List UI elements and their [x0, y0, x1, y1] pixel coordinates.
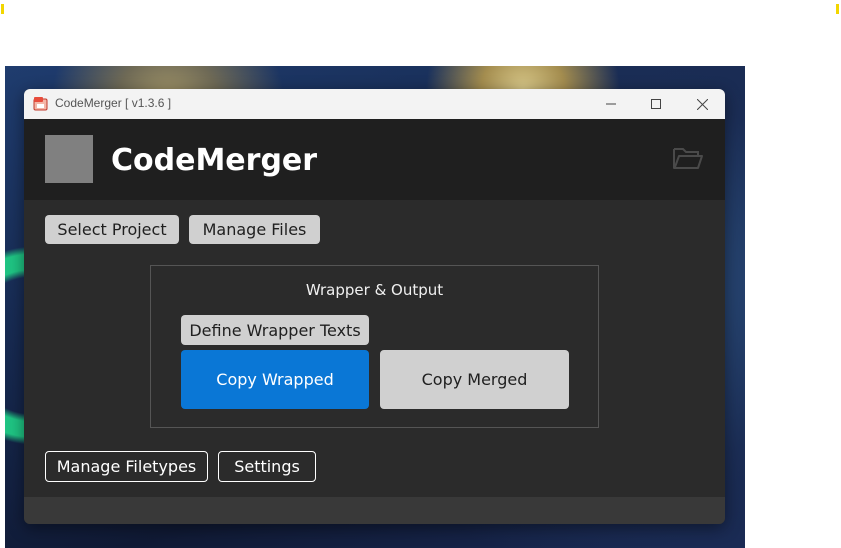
app-window: CodeMerger [ v1.3.6 ] CodeMerger Select … [24, 89, 725, 524]
manage-filetypes-button[interactable]: Manage Filetypes [45, 451, 208, 482]
define-wrapper-texts-button[interactable]: Define Wrapper Texts [181, 315, 369, 345]
settings-button[interactable]: Settings [218, 451, 316, 482]
logo-placeholder [45, 135, 93, 183]
close-icon [696, 98, 708, 110]
select-project-button[interactable]: Select Project [45, 215, 179, 244]
open-folder-icon[interactable] [672, 145, 704, 171]
minimize-button[interactable] [588, 89, 634, 119]
status-bar [24, 497, 725, 524]
copy-wrapped-button[interactable]: Copy Wrapped [181, 350, 369, 409]
minimize-icon [606, 103, 616, 105]
yellow-marker-left [1, 4, 4, 14]
maximize-button[interactable] [633, 89, 679, 119]
close-button[interactable] [679, 89, 725, 119]
manage-files-button[interactable]: Manage Files [189, 215, 320, 244]
window-title: CodeMerger [ v1.3.6 ] [55, 96, 172, 110]
group-title: Wrapper & Output [305, 281, 444, 299]
app-icon [33, 97, 48, 111]
title-bar[interactable]: CodeMerger [ v1.3.6 ] [24, 89, 725, 119]
yellow-marker-right [836, 4, 839, 14]
maximize-icon [651, 99, 661, 109]
app-name: CodeMerger [111, 143, 318, 178]
app-header: CodeMerger [24, 119, 725, 200]
copy-merged-button[interactable]: Copy Merged [380, 350, 569, 409]
